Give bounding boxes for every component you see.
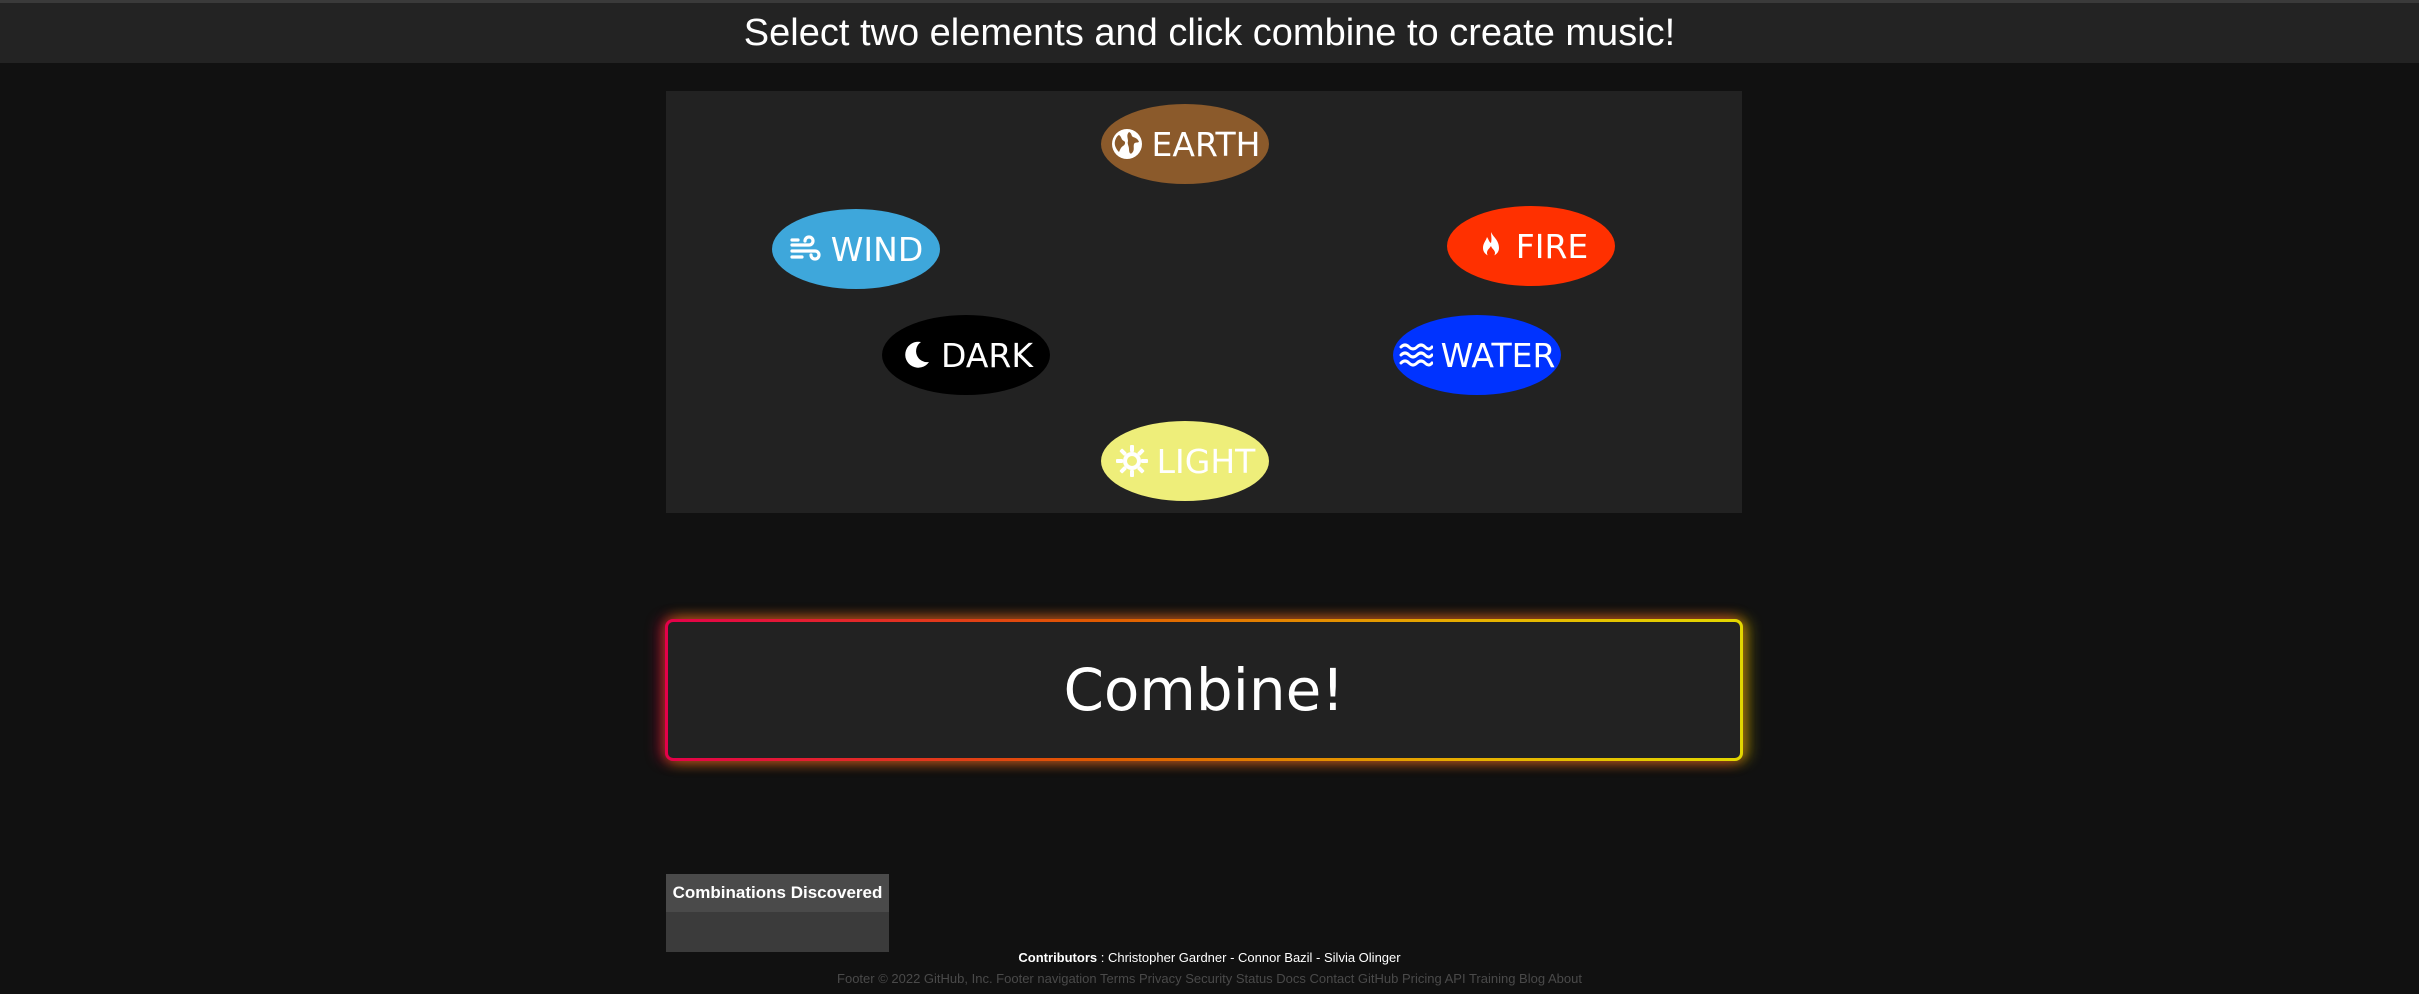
element-label: WATER <box>1440 335 1556 375</box>
globe-icon <box>1110 127 1144 161</box>
moon-icon <box>899 338 933 372</box>
element-label: EARTH <box>1151 124 1261 164</box>
element-light[interactable]: LIGHT <box>1101 421 1269 501</box>
element-water[interactable]: WATER <box>1393 315 1561 395</box>
contributors-line: Contributors : Christopher Gardner - Con… <box>0 950 2419 965</box>
contributors-separator: : <box>1097 950 1108 965</box>
element-label: LIGHT <box>1156 441 1256 481</box>
contributors-names: Christopher Gardner - Connor Bazil - Sil… <box>1107 950 1401 965</box>
combinations-title: Combinations Discovered <box>666 874 889 912</box>
fire-icon <box>1474 229 1508 263</box>
element-label: FIRE <box>1515 226 1589 266</box>
combine-button[interactable]: Combine! <box>665 619 1743 761</box>
combinations-list <box>666 912 889 952</box>
wind-icon <box>789 232 823 266</box>
element-dark[interactable]: DARK <box>882 315 1050 395</box>
footer-text: Footer © 2022 GitHub, Inc. Footer naviga… <box>837 971 1582 986</box>
combinations-panel: Combinations Discovered <box>666 874 889 952</box>
elements-board: EARTH WIND FIRE DARK WATER LIGHT <box>666 91 1742 513</box>
element-wind[interactable]: WIND <box>772 209 940 289</box>
contributors-label: Contributors <box>1018 950 1098 965</box>
element-fire[interactable]: FIRE <box>1447 206 1615 286</box>
element-label: DARK <box>941 335 1033 375</box>
page-header: Select two elements and click combine to… <box>0 0 2419 63</box>
element-earth[interactable]: EARTH <box>1101 104 1269 184</box>
water-icon <box>1399 338 1433 372</box>
sun-icon <box>1115 444 1149 478</box>
page-title: Select two elements and click combine to… <box>743 11 1676 54</box>
element-label: WIND <box>830 229 924 269</box>
